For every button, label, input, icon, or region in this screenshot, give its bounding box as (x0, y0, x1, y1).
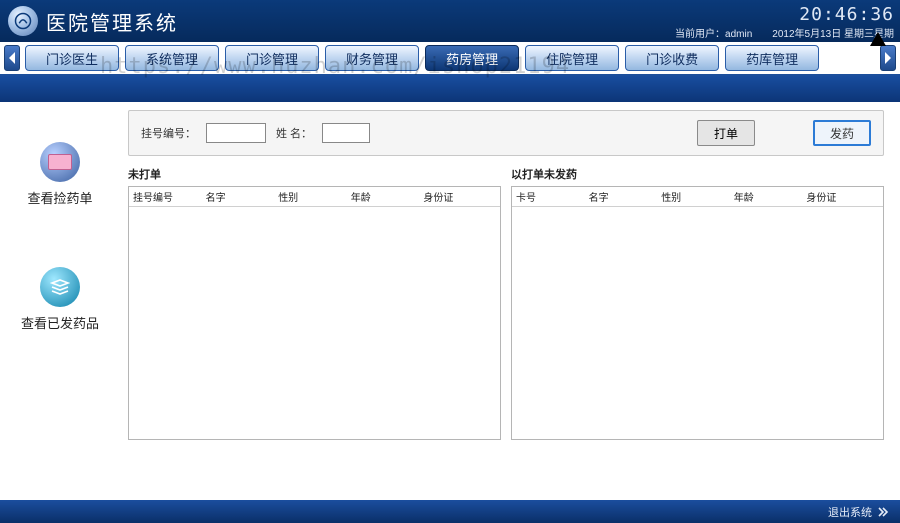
column-header: 性别 (278, 189, 351, 204)
dispense-button[interactable]: 发药 (813, 120, 871, 146)
stack-icon (40, 267, 80, 307)
tab-2[interactable]: 门诊管理 (225, 45, 319, 71)
clock: 20:46:36 (675, 2, 894, 27)
tab-4[interactable]: 药房管理 (425, 45, 519, 71)
column-header: 年龄 (351, 189, 424, 204)
title-bar: 医院管理系统 20:46:36 当前用户：admin 2012年5月13日 星期… (0, 0, 900, 42)
workspace: 查看捡药单 查看已发药品 挂号编号： 姓 名： 打单 发药 未打单 挂号编号名字… (0, 102, 900, 500)
name-label: 姓 名： (276, 125, 312, 141)
column-header: 身份证 (423, 189, 496, 204)
tab-7[interactable]: 药库管理 (725, 45, 819, 71)
column-header: 卡号 (516, 189, 589, 204)
status-bar: 退出系统 (0, 500, 900, 523)
tab-5[interactable]: 住院管理 (525, 45, 619, 71)
column-header: 身份证 (806, 189, 879, 204)
left-panel: 未打单 挂号编号名字性别年龄身份证 (128, 166, 501, 440)
current-user: 当前用户：admin (675, 28, 752, 42)
column-header: 年龄 (734, 189, 807, 204)
print-button[interactable]: 打单 (697, 120, 755, 146)
right-panel-caption: 以打单未发药 (511, 166, 884, 182)
main-content: 挂号编号： 姓 名： 打单 发药 未打单 挂号编号名字性别年龄身份证 以打单未发… (120, 102, 900, 500)
tab-scroll-right-button[interactable] (880, 45, 896, 71)
reg-number-label: 挂号编号： (141, 125, 196, 141)
chevron-double-right-icon (876, 505, 890, 519)
right-grid-header: 卡号名字性别年龄身份证 (512, 187, 883, 207)
sidebar-item-view-pick-list[interactable]: 查看捡药单 (0, 142, 120, 207)
column-header: 名字 (206, 189, 279, 204)
column-header: 名字 (589, 189, 662, 204)
tab-0[interactable]: 门诊医生 (25, 45, 119, 71)
reg-number-input[interactable] (206, 123, 266, 143)
sidebar-item-view-dispensed[interactable]: 查看已发药品 (0, 267, 120, 332)
app-title: 医院管理系统 (46, 7, 178, 36)
name-input[interactable] (322, 123, 370, 143)
column-header: 挂号编号 (133, 189, 206, 204)
exit-link[interactable]: 退出系统 (828, 504, 872, 520)
clipboard-icon (40, 142, 80, 182)
sub-band (0, 76, 900, 102)
search-form: 挂号编号： 姓 名： 打单 发药 (128, 110, 884, 156)
column-header: 性别 (661, 189, 734, 204)
left-grid-header: 挂号编号名字性别年龄身份证 (129, 187, 500, 207)
app-logo-icon (8, 6, 38, 36)
sidebar-item-label: 查看捡药单 (0, 188, 120, 207)
header-status: 20:46:36 当前用户：admin 2012年5月13日 星期三星期 (675, 2, 894, 42)
left-grid[interactable]: 挂号编号名字性别年龄身份证 (128, 186, 501, 440)
tab-3[interactable]: 财务管理 (325, 45, 419, 71)
sidebar: 查看捡药单 查看已发药品 (0, 102, 120, 500)
sidebar-item-label: 查看已发药品 (0, 313, 120, 332)
left-panel-caption: 未打单 (128, 166, 501, 182)
right-grid[interactable]: 卡号名字性别年龄身份证 (511, 186, 884, 440)
collapse-up-icon[interactable] (868, 30, 888, 48)
main-tab-strip: 门诊医生系统管理门诊管理财务管理药房管理住院管理门诊收费药库管理 (0, 42, 900, 76)
right-panel: 以打单未发药 卡号名字性别年龄身份证 (511, 166, 884, 440)
tab-6[interactable]: 门诊收费 (625, 45, 719, 71)
tab-scroll-left-button[interactable] (4, 45, 20, 71)
tab-1[interactable]: 系统管理 (125, 45, 219, 71)
